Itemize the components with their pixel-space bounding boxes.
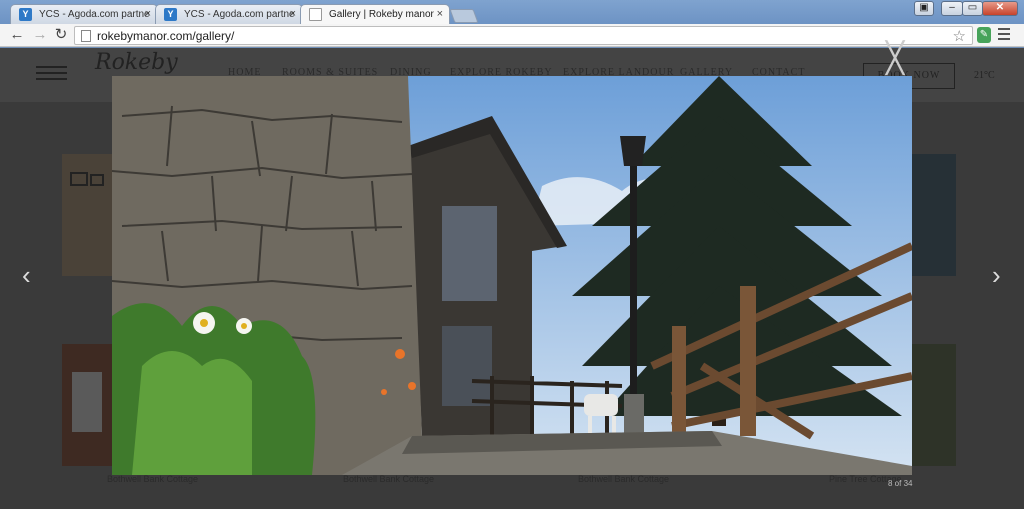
tab-close-icon[interactable]: ×	[437, 5, 443, 24]
agoda-favicon-icon: Y	[164, 8, 177, 21]
thumbnail-caption: Bothwell Bank Cottage	[578, 474, 670, 484]
gallery-thumbnail[interactable]	[912, 344, 956, 466]
thumbnail-caption: Bothwell Bank Cottage	[343, 474, 435, 484]
bookmark-star-icon[interactable]: ☆	[953, 27, 966, 45]
forward-button[interactable]: →	[31, 26, 49, 44]
minimize-button[interactable]: –	[941, 1, 963, 16]
restore-button[interactable]: ▭	[962, 1, 983, 16]
reload-button[interactable]: ↻	[52, 26, 70, 44]
lightbox-photo	[112, 76, 912, 475]
thumbnail-caption: Bothwell Bank Cottage	[107, 474, 199, 484]
browser-titlebar: Y YCS - Agoda.com partne × Y YCS - Agoda…	[0, 0, 1024, 24]
window-detail	[72, 372, 102, 432]
tab-agoda-1[interactable]: Y YCS - Agoda.com partne ×	[10, 4, 158, 24]
gallery-thumbnail[interactable]	[62, 154, 112, 276]
image-counter: 8 of 34	[888, 479, 913, 488]
tab-gallery-rokeby[interactable]: Gallery | Rokeby manor ×	[300, 4, 450, 24]
picture-frame	[90, 174, 104, 186]
site-menu-icon[interactable]	[36, 66, 67, 84]
close-window-button[interactable]: ✕	[982, 1, 1018, 16]
page-icon	[81, 30, 91, 42]
gallery-thumbnail[interactable]	[912, 154, 956, 276]
gallery-thumbnail[interactable]	[62, 344, 112, 466]
tab-close-icon[interactable]: ×	[290, 5, 296, 24]
tab-close-icon[interactable]: ×	[145, 5, 151, 24]
address-bar[interactable]: rokebymanor.com/gallery/ ☆	[74, 26, 973, 45]
url-text[interactable]: rokebymanor.com/gallery/	[97, 29, 234, 43]
evernote-extension-icon[interactable]: ✎	[977, 27, 991, 43]
user-profile-button[interactable]: ▣	[914, 1, 934, 16]
page-icon	[309, 8, 322, 21]
browser-toolbar: ← → ↻ rokebymanor.com/gallery/ ☆ ✎	[0, 24, 1024, 47]
tab-title: YCS - Agoda.com partne	[39, 9, 150, 20]
tab-title: YCS - Agoda.com partne	[184, 9, 295, 20]
previous-arrow-icon[interactable]: ‹	[22, 262, 31, 288]
next-arrow-icon[interactable]: ›	[992, 262, 1001, 288]
agoda-favicon-icon: Y	[19, 8, 32, 21]
tab-title: Gallery | Rokeby manor	[329, 9, 434, 20]
picture-frame	[70, 172, 88, 186]
tab-agoda-2[interactable]: Y YCS - Agoda.com partne ×	[155, 4, 303, 24]
new-tab-button[interactable]	[449, 9, 479, 23]
temperature-text: 21°C	[974, 70, 995, 81]
site-logo[interactable]: Rokeby	[95, 50, 178, 75]
lightbox-close-icon[interactable]: ╳	[886, 44, 904, 74]
browser-menu-icon[interactable]	[998, 28, 1010, 43]
photo-illustration	[112, 76, 912, 475]
back-button[interactable]: ←	[8, 26, 26, 44]
